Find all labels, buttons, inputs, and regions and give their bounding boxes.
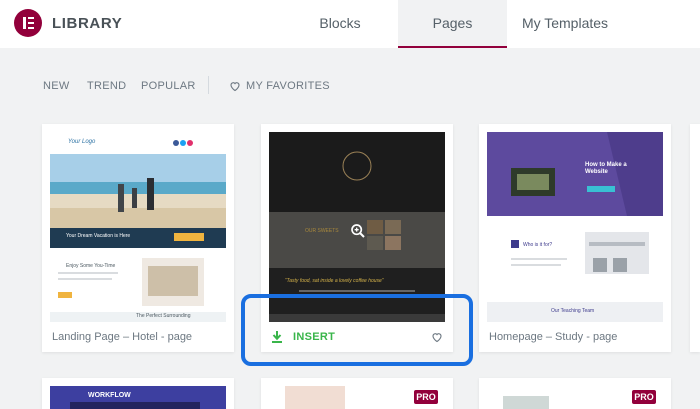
template-card-study[interactable]: How to Make a Website Who is it for? Our… [479, 124, 671, 352]
tab-blocks[interactable]: Blocks [290, 0, 390, 48]
template-card-workflow[interactable]: WORKFLOW [42, 378, 234, 409]
heart-icon[interactable] [229, 80, 241, 92]
thumb-section-title-2: Our Teaching Team [551, 308, 595, 314]
template-preview[interactable]: How to Make a Website Who is it for? Our… [487, 132, 663, 322]
filter-my-favorites[interactable]: MY FAVORITES [246, 80, 330, 92]
library-header: LIBRARY Blocks Pages My Templates [0, 0, 700, 48]
thumb-section-title-2: The Perfect Surrounding [136, 313, 191, 319]
thumb-quote: “Tasty food, sat inside a lovely coffee … [285, 278, 384, 284]
card-footer: Landing Page – Hotel - page [42, 322, 234, 352]
template-preview[interactable]: Your Logo Your Dream Vacation is Here En… [50, 132, 226, 322]
insert-highlight-box [241, 294, 473, 366]
template-card-pro-2[interactable]: PRO [479, 378, 671, 409]
card-title: Homepage – Study - page [489, 331, 618, 343]
zoom-preview-icon[interactable] [350, 223, 366, 239]
thumb-section-title: Who is it for? [523, 242, 553, 248]
tab-my-templates[interactable]: My Templates [507, 0, 623, 48]
thumb-workflow-label: WORKFLOW [88, 392, 131, 399]
library-title: LIBRARY [52, 15, 123, 32]
thumb-hero-title: How to Make a Website [585, 162, 627, 175]
card-footer: Homepage – Study - page [479, 322, 671, 352]
template-preview[interactable] [503, 396, 549, 409]
thumb-logo: Your Logo [68, 139, 96, 145]
template-card-partial[interactable] [690, 124, 700, 352]
thumb-hero-caption: Your Dream Vacation is Here [66, 233, 131, 239]
filter-new[interactable]: NEW [43, 80, 70, 92]
elementor-logo-icon [14, 9, 42, 37]
tab-pages[interactable]: Pages [398, 0, 507, 48]
filter-trend[interactable]: TREND [87, 80, 126, 92]
thumb-screen [70, 402, 200, 409]
template-card-hotel[interactable]: Your Logo Your Dream Vacation is Here En… [42, 124, 234, 352]
template-preview[interactable]: WORKFLOW [50, 386, 226, 409]
pro-badge: PRO [632, 390, 656, 404]
thumb-section-title: Enjoy Some You-Time [66, 263, 116, 269]
filter-bar: NEW TREND POPULAR MY FAVORITES [0, 48, 700, 128]
card-title: Landing Page – Hotel - page [52, 331, 193, 343]
template-card-pro-1[interactable]: PRO [261, 378, 453, 409]
pro-badge: PRO [414, 390, 438, 404]
filter-popular[interactable]: POPULAR [141, 80, 196, 92]
template-preview[interactable] [285, 386, 345, 409]
thumb-section-title: OUR SWEETS [305, 228, 339, 234]
filter-divider [208, 76, 209, 94]
